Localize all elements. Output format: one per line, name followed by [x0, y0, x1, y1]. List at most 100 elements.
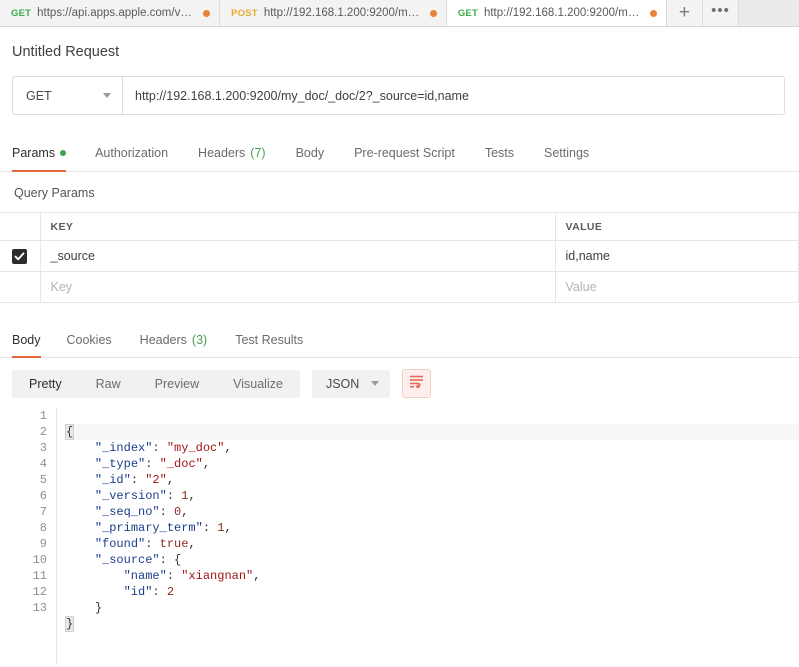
code-line-12: } [66, 600, 799, 616]
json-value-name: "xiangnan" [181, 569, 254, 583]
json-close-brace: } [64, 616, 75, 632]
tab-pre-request-script[interactable]: Pre-request Script [339, 134, 470, 171]
table-row-empty[interactable]: Key Value [0, 271, 799, 303]
page-title: Untitled Request [0, 27, 799, 76]
tab-headers[interactable]: Headers (7) [183, 134, 281, 171]
json-value-index: "my_doc" [166, 441, 225, 455]
new-tab-button[interactable]: + [666, 0, 703, 26]
param-key-cell[interactable]: _source [40, 240, 556, 272]
response-tab-test-results-label: Test Results [235, 332, 304, 347]
response-tab-headers-count: (3) [191, 332, 208, 347]
json-value-found: true [159, 537, 189, 551]
url-input[interactable]: http://192.168.1.200:9200/my_doc/_doc/2?… [123, 77, 784, 114]
request-tab-strip: GET https://api.apps.apple.com/v1/c… POS… [0, 0, 799, 27]
request-tab-3-url: http://192.168.1.200:9200/my_… [483, 7, 644, 19]
json-key-source: "_source" [94, 553, 160, 567]
view-mode-preview[interactable]: Preview [138, 370, 216, 398]
line-number: 4 [39, 457, 47, 471]
code-line-4: "_id": "2", [94, 473, 175, 487]
column-header-key: KEY [40, 212, 556, 241]
unsaved-dot-icon [649, 9, 657, 17]
unsaved-dot-icon [429, 9, 437, 17]
view-mode-pretty[interactable]: Pretty [12, 369, 79, 398]
unsaved-dot-icon [203, 9, 211, 17]
tab-pre-request-script-label: Pre-request Script [354, 145, 455, 160]
tab-settings[interactable]: Settings [529, 134, 604, 171]
tab-params-label: Params [12, 145, 56, 160]
select-all-cell [0, 212, 41, 241]
json-key-index: "_index" [94, 441, 153, 455]
table-header-row: KEY VALUE [0, 212, 799, 241]
query-params-table: KEY VALUE _source id,name Key Value [0, 212, 799, 303]
row-checkbox-cell-empty[interactable] [0, 271, 41, 303]
response-format-bar: Pretty Raw Preview Visualize JSON [0, 358, 799, 408]
json-key-seq-no: "_seq_no" [94, 505, 160, 519]
tab-settings-label: Settings [544, 145, 590, 160]
param-key-input-placeholder[interactable]: Key [40, 271, 556, 303]
tab-tests-label: Tests [484, 145, 514, 160]
request-tab-2-url: http://192.168.1.200:9200/my_… [263, 7, 424, 19]
response-format-select[interactable]: JSON [311, 369, 391, 398]
line-number: 6 [39, 489, 47, 503]
request-tab-2-method: POST [231, 7, 258, 19]
view-mode-visualize[interactable]: Visualize [216, 370, 300, 398]
word-wrap-icon [409, 375, 424, 393]
view-mode-raw[interactable]: Raw [79, 370, 138, 398]
json-value-id: "2" [145, 473, 167, 487]
line-number: 3 [39, 441, 47, 455]
line-number: 11 [32, 569, 47, 583]
row-checkbox-cell[interactable] [0, 240, 41, 272]
request-tab-1-url: https://api.apps.apple.com/v1/c… [37, 7, 198, 19]
tab-params[interactable]: Params [12, 134, 80, 172]
request-tab-1-method: GET [11, 7, 32, 19]
code-line-11: "id": 2 [123, 585, 175, 599]
param-value-cell[interactable]: id,name [555, 240, 799, 272]
http-method-select[interactable]: GET [13, 77, 123, 114]
tab-tests[interactable]: Tests [470, 134, 529, 171]
response-tab-headers[interactable]: Headers (3) [126, 322, 222, 357]
line-number: 13 [32, 601, 47, 615]
response-tab-body[interactable]: Body [12, 322, 53, 358]
json-code: { "_index": "my_doc", "_type": "_doc", "… [56, 408, 799, 664]
json-key-name: "name" [123, 569, 167, 583]
line-number: 1 [39, 409, 47, 423]
line-number: 12 [32, 585, 47, 599]
json-key-type: "_type" [94, 457, 146, 471]
code-line-3: "_type": "_doc", [94, 457, 211, 471]
json-key-primary-term: "_primary_term" [94, 521, 203, 535]
json-key-version: "_version" [94, 489, 167, 503]
word-wrap-toggle-button[interactable] [402, 369, 432, 398]
response-tab-cookies-label: Cookies [66, 332, 112, 347]
tab-body[interactable]: Body [281, 134, 340, 171]
json-value-source-id: 2 [166, 585, 175, 599]
response-body-viewer[interactable]: 1 2 3 4 5 6 7 8 9 10 11 12 13 { "_index"… [0, 408, 799, 664]
json-key-source-id: "id" [123, 585, 153, 599]
code-line-7: "_primary_term": 1, [94, 521, 232, 535]
request-tab-3[interactable]: GET http://192.168.1.200:9200/my_… [446, 0, 667, 26]
response-view-mode-group: Pretty Raw Preview Visualize [12, 369, 300, 398]
request-tab-3-method: GET [457, 7, 478, 19]
url-bar: GET http://192.168.1.200:9200/my_doc/_do… [12, 76, 785, 115]
chevron-down-icon [371, 381, 380, 386]
response-tab-cookies[interactable]: Cookies [53, 322, 126, 357]
tab-authorization[interactable]: Authorization [80, 134, 183, 171]
checkbox-checked-icon[interactable] [12, 248, 28, 264]
response-tab-test-results[interactable]: Test Results [221, 322, 317, 357]
json-key-found: "found" [94, 537, 146, 551]
json-open-brace: { [64, 424, 75, 440]
code-line-9: "_source": { [94, 553, 182, 567]
request-tab-2[interactable]: POST http://192.168.1.200:9200/my_… [220, 0, 447, 26]
tabstrip-filler [738, 0, 799, 26]
tab-headers-count: (7) [250, 145, 266, 160]
line-number: 10 [32, 553, 47, 567]
query-params-heading: Query Params [14, 186, 95, 200]
table-row[interactable]: _source id,name [0, 240, 799, 272]
code-line-1: { [64, 424, 799, 440]
param-value-input-placeholder[interactable]: Value [555, 271, 799, 303]
request-section-tabs: Params Authorization Headers (7) Body Pr… [0, 134, 799, 172]
tab-options-icon[interactable]: ••• [702, 0, 739, 26]
code-line-8: "found": true, [94, 537, 196, 551]
request-tab-1[interactable]: GET https://api.apps.apple.com/v1/c… [0, 0, 221, 26]
tab-authorization-label: Authorization [95, 145, 169, 160]
http-method-value: GET [26, 88, 52, 103]
